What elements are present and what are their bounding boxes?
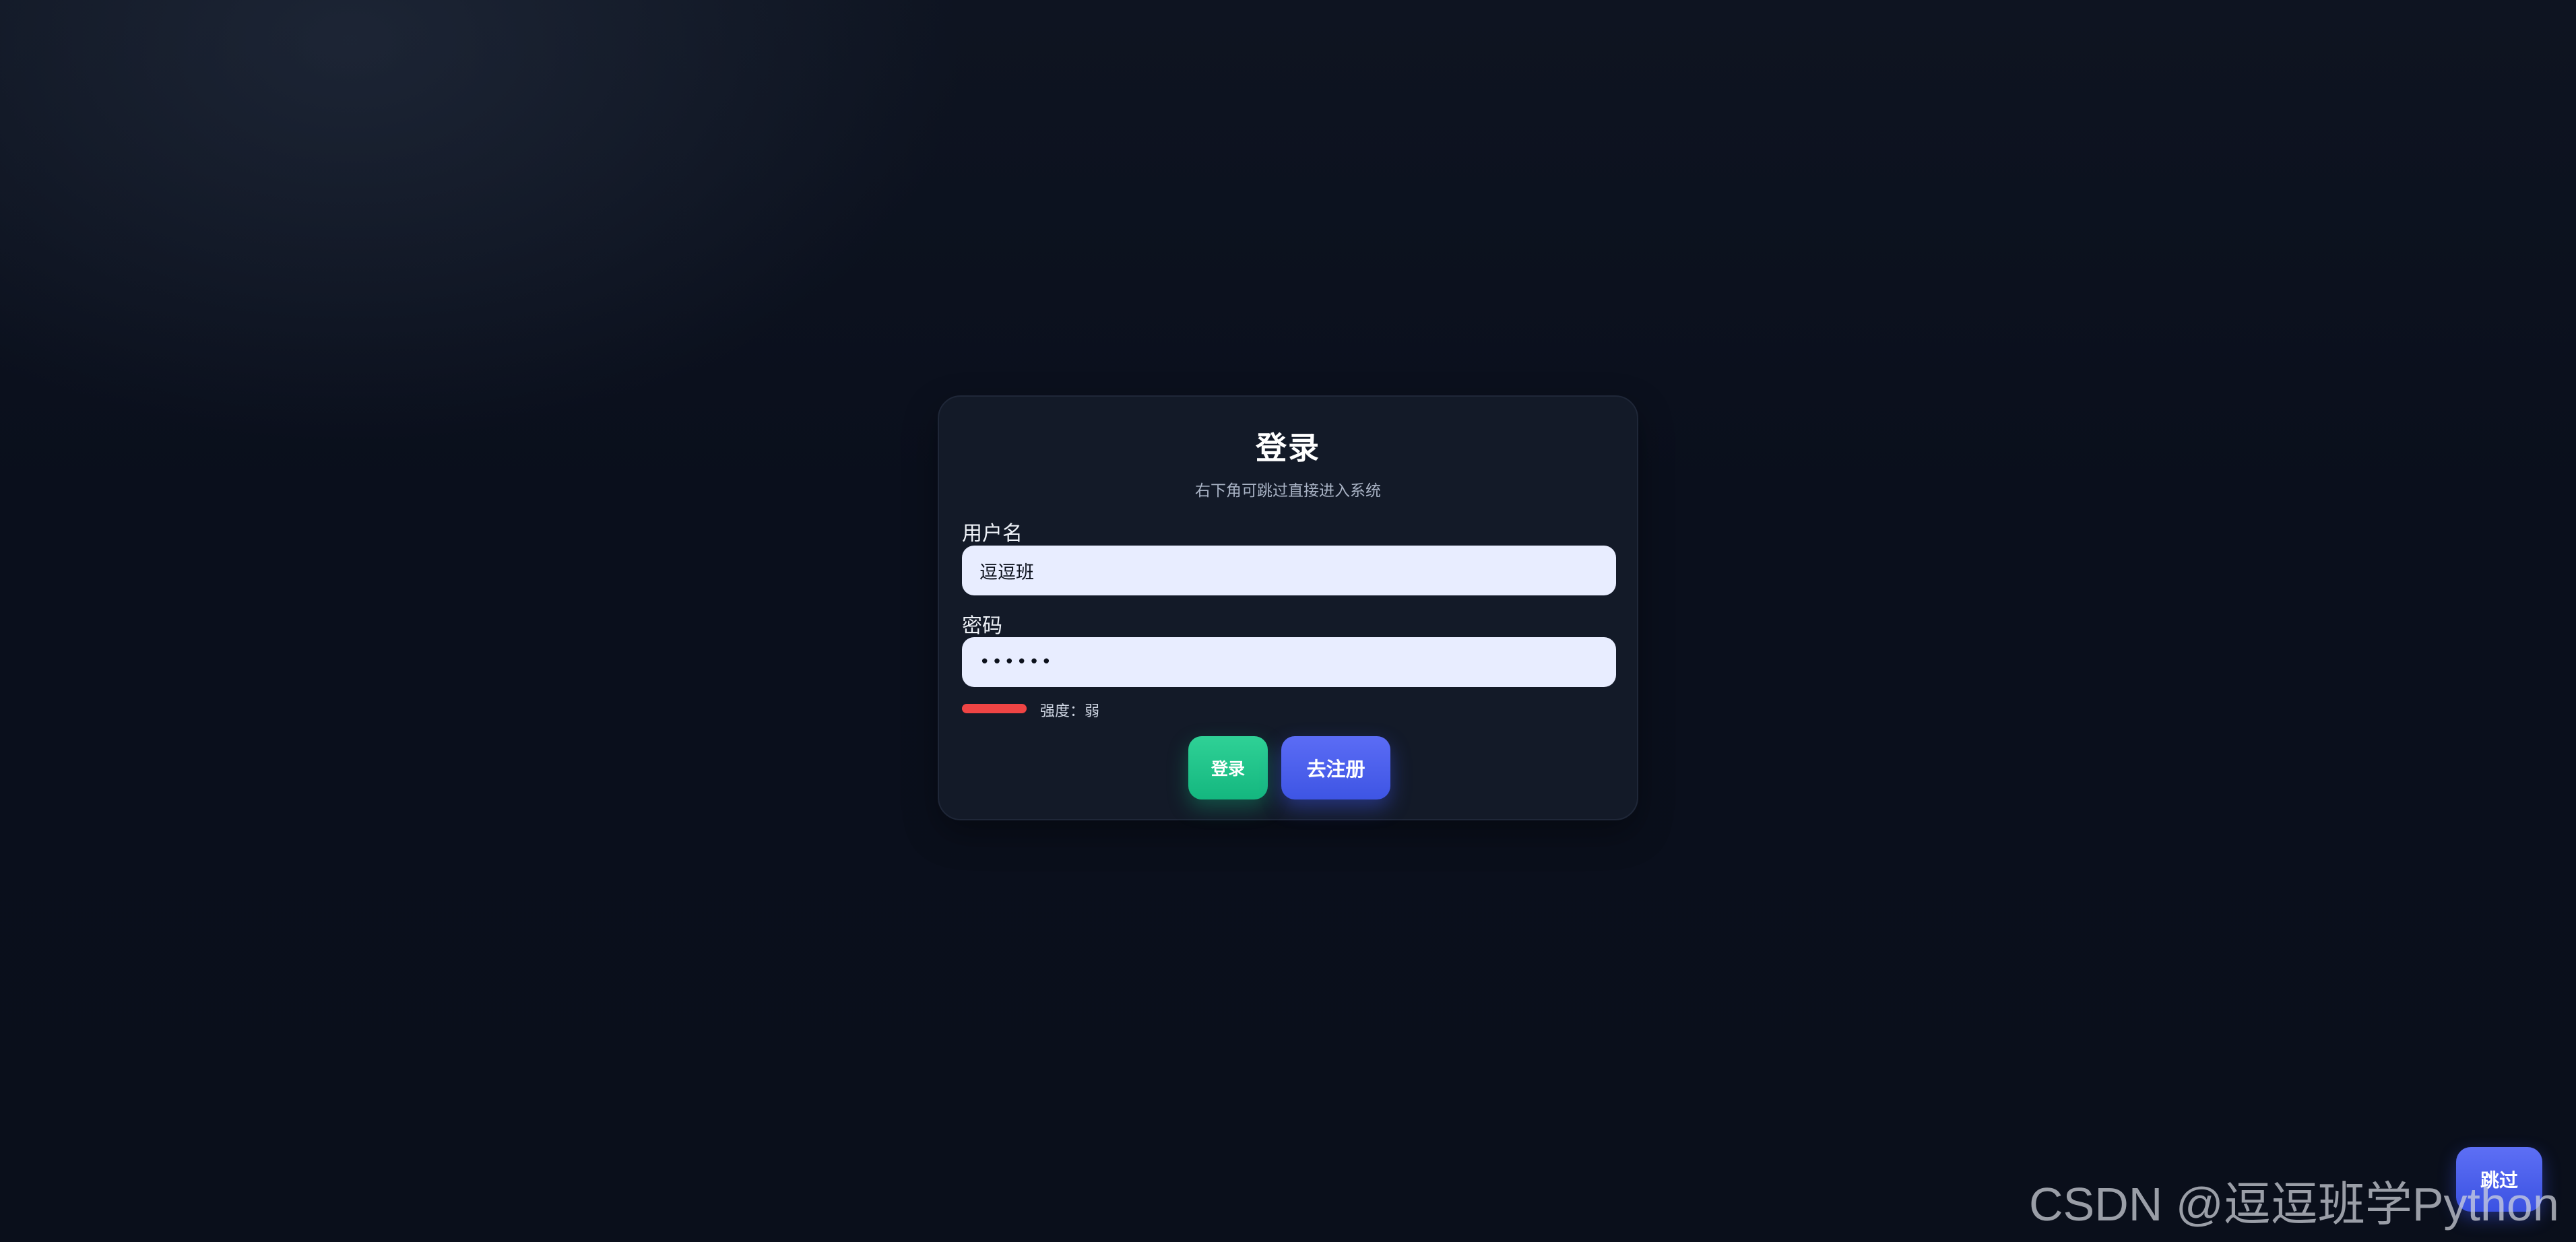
username-input[interactable] — [962, 546, 1616, 595]
password-strength-text: 强度：弱 — [1040, 703, 1100, 720]
login-title: 登录 — [1256, 430, 1320, 466]
username-label: 用户名 — [962, 522, 1023, 546]
login-button[interactable]: 登录 — [1188, 736, 1268, 799]
register-button[interactable]: 去注册 — [1281, 736, 1390, 799]
password-label: 密码 — [962, 614, 1002, 638]
password-input[interactable] — [962, 637, 1616, 687]
password-strength-bar — [962, 704, 1027, 713]
login-subtitle: 右下角可跳过直接进入系统 — [1195, 482, 1381, 500]
skip-button[interactable]: 跳过 — [2456, 1147, 2542, 1212]
login-card: 登录 右下角可跳过直接进入系统 用户名 密码 强度：弱 登录 去注册 — [938, 395, 1638, 820]
